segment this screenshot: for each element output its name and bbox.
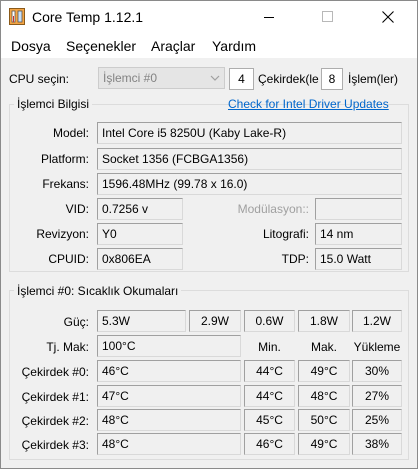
driver-updates-link[interactable]: Check for Intel Driver Updates bbox=[228, 97, 389, 111]
close-button[interactable] bbox=[365, 1, 411, 32]
core-1-load: 27% bbox=[352, 385, 402, 407]
power-label: Güç: bbox=[63, 315, 89, 329]
maximize-icon bbox=[321, 11, 333, 22]
platform-label: Platform: bbox=[40, 152, 89, 166]
model-value: Intel Core i5 8250U (Kaby Lake-R) bbox=[97, 122, 402, 144]
tdp-label: TDP: bbox=[281, 252, 309, 266]
core-2-min: 45°C bbox=[244, 409, 295, 431]
core-2-temp: 48°C bbox=[97, 409, 241, 431]
frequency-label: Frekans: bbox=[42, 177, 89, 191]
core-0-load: 30% bbox=[352, 360, 402, 382]
vid-value: 0.7256 v bbox=[97, 198, 183, 220]
core-3-min: 46°C bbox=[244, 433, 295, 455]
cpuid-value: 0x806EA bbox=[97, 248, 183, 270]
minimize-icon bbox=[264, 16, 274, 18]
processor-info-title: İşlemci Bilgisi bbox=[14, 97, 93, 111]
menu-file[interactable]: Dosya bbox=[11, 38, 51, 54]
revision-label: Revizyon: bbox=[36, 227, 89, 241]
cpu-select-label: CPU seçin: bbox=[9, 72, 70, 86]
core-0-min: 44°C bbox=[244, 360, 295, 382]
menu-bar: Dosya Seçenekler Araçlar Yardım bbox=[1, 32, 417, 58]
menu-options[interactable]: Seçenekler bbox=[66, 38, 136, 54]
menu-help[interactable]: Yardım bbox=[212, 38, 256, 54]
core-0-temp: 46°C bbox=[97, 360, 241, 382]
cpuid-label: CPUID: bbox=[48, 252, 89, 266]
frequency-value: 1596.48MHz (99.78 x 16.0) bbox=[97, 173, 402, 195]
core-1-min: 44°C bbox=[244, 385, 295, 407]
core-1-max: 48°C bbox=[298, 385, 350, 407]
core-0-max: 49°C bbox=[298, 360, 350, 382]
lithography-value: 14 nm bbox=[315, 223, 402, 245]
tjmax-label: Tj. Mak: bbox=[46, 340, 89, 354]
tdp-value: 15.0 Watt bbox=[315, 248, 402, 270]
max-column-header: Mak. bbox=[310, 340, 337, 354]
minimize-button[interactable] bbox=[246, 1, 292, 32]
cpu-select-dropdown[interactable]: İşlemci #0 bbox=[98, 67, 225, 89]
platform-value: Socket 1356 (FCBGA1356) bbox=[97, 148, 402, 170]
core-1-temp: 47°C bbox=[97, 385, 241, 407]
core-1-label: Çekirdek #1: bbox=[21, 390, 89, 404]
vid-label: VID: bbox=[65, 202, 89, 216]
core-count-value: 4 bbox=[229, 68, 254, 90]
modulation-value bbox=[315, 198, 402, 220]
core-2-load: 25% bbox=[352, 409, 402, 431]
lithography-label: Litografi: bbox=[262, 227, 309, 241]
core-3-max: 49°C bbox=[298, 433, 350, 455]
core-2-max: 50°C bbox=[298, 409, 350, 431]
tjmax-value: 100°C bbox=[97, 335, 241, 357]
thread-count-value: 8 bbox=[321, 68, 343, 90]
temperature-readings-title: İşlemci #0: Sıcaklık Okumaları bbox=[14, 284, 182, 298]
close-icon bbox=[382, 10, 394, 23]
core-3-label: Çekirdek #3: bbox=[21, 438, 89, 452]
power-package-value: 5.3W bbox=[97, 310, 186, 332]
title-bar[interactable]: Core Temp 1.12.1 bbox=[1, 1, 417, 32]
cpu-select-value: İşlemci #0 bbox=[103, 71, 158, 85]
power-uncore-value: 1.8W bbox=[298, 310, 350, 332]
power-dram-value: 1.2W bbox=[352, 310, 402, 332]
thermometer-app-icon bbox=[9, 8, 25, 25]
core-0-label: Çekirdek #0: bbox=[21, 365, 89, 379]
menu-tools[interactable]: Araçlar bbox=[151, 38, 195, 54]
window-title: Core Temp 1.12.1 bbox=[32, 9, 144, 25]
core-temp-window: Core Temp 1.12.1 Dosya Seçenekler Araçla… bbox=[0, 0, 418, 469]
modulation-label: Modülasyon:: bbox=[237, 202, 309, 216]
revision-value: Y0 bbox=[97, 223, 183, 245]
power-graphics-value: 0.6W bbox=[244, 310, 295, 332]
power-cores-value: 2.9W bbox=[189, 310, 241, 332]
core-count-label: Çekirdek(le bbox=[258, 72, 319, 86]
core-2-label: Çekirdek #2: bbox=[21, 414, 89, 428]
model-label: Model: bbox=[52, 126, 89, 140]
core-3-temp: 48°C bbox=[97, 433, 241, 455]
load-column-header: Yükleme bbox=[353, 340, 401, 354]
thread-count-label: İşlem(ler) bbox=[348, 72, 398, 86]
chevron-down-icon bbox=[210, 75, 220, 81]
maximize-button[interactable] bbox=[304, 1, 350, 32]
core-3-load: 38% bbox=[352, 433, 402, 455]
min-column-header: Min. bbox=[258, 340, 281, 354]
